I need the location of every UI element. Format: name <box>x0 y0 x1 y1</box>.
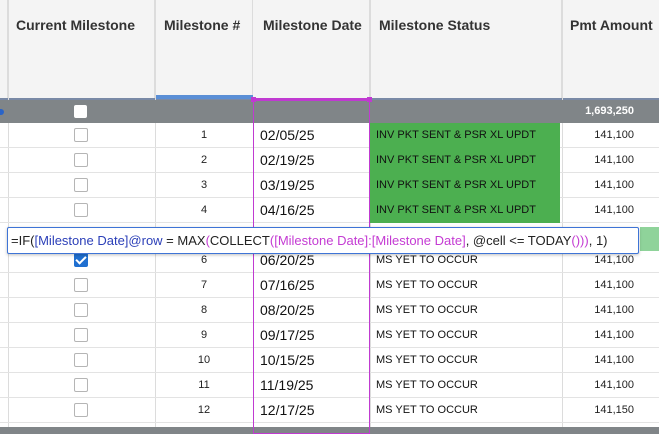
column-header-label: Milestone Date <box>263 17 362 33</box>
pmt-amount-total: 1,693,250 <box>585 105 634 117</box>
column-header-milestone-date[interactable]: Milestone Date <box>253 0 370 98</box>
column-header-label: Milestone Status <box>379 17 491 33</box>
current-milestone-checkbox[interactable] <box>74 328 88 342</box>
milestone-status-cell[interactable]: MS YET TO OCCUR <box>370 298 560 323</box>
milestone-number-cell[interactable]: 9 <box>155 323 253 348</box>
milestone-number-cell[interactable]: 11 <box>155 373 253 398</box>
column-header-current-milestone[interactable]: Current Milestone <box>8 0 155 98</box>
pmt-amount-cell[interactable]: 141,100 <box>562 348 634 373</box>
current-milestone-checkbox[interactable] <box>74 303 88 317</box>
formula-text: =IF( <box>11 233 35 248</box>
column-header-milestone-status[interactable]: Milestone Status <box>370 0 562 98</box>
current-milestone-checkbox[interactable] <box>74 153 88 167</box>
milestone-status-cell[interactable]: MS YET TO OCCUR <box>370 398 560 423</box>
formula-reference: [Milestone Date]@row <box>34 233 163 248</box>
sheet-grid: Current Milestone Milestone # Milestone … <box>0 0 659 434</box>
pmt-amount-cell[interactable]: 141,100 <box>562 173 634 198</box>
status-cell-partial <box>640 227 659 251</box>
column-header-pmt-amount[interactable]: Pmt Amount <box>562 0 659 98</box>
formula-paren: ())) <box>571 233 589 248</box>
pmt-amount-cell[interactable]: 141,100 <box>562 198 634 223</box>
formula-editor[interactable]: =IF([Milestone Date]@row = MAX(COLLECT([… <box>7 227 639 254</box>
pmt-amount-cell[interactable]: 141,100 <box>562 323 634 348</box>
current-milestone-checkbox[interactable] <box>74 403 88 417</box>
column-header-row-stub[interactable] <box>0 0 8 98</box>
current-milestone-checkbox[interactable] <box>74 353 88 367</box>
milestone-number-cell[interactable]: 8 <box>155 298 253 323</box>
pmt-amount-cell[interactable]: 141,100 <box>562 148 634 173</box>
formula-range-reference: [Milestone Date]:[Milestone Date] <box>274 233 466 248</box>
formula-text: COLLECT <box>209 233 270 248</box>
milestone-status-cell[interactable]: MS YET TO OCCUR <box>370 348 560 373</box>
milestone-number-cell[interactable]: 3 <box>155 173 253 198</box>
column-header-label: Pmt Amount <box>570 17 653 33</box>
current-milestone-checkbox[interactable] <box>74 178 88 192</box>
milestone-number-cell[interactable]: 10 <box>155 348 253 373</box>
pmt-amount-cell[interactable]: 141,100 <box>562 373 634 398</box>
milestone-status-cell[interactable]: INV PKT SENT & PSR XL UPDT <box>370 123 560 148</box>
pmt-amount-cell[interactable]: 141,150 <box>562 398 634 423</box>
milestone-status-cell[interactable]: MS YET TO OCCUR <box>370 273 560 298</box>
current-milestone-checkbox[interactable] <box>74 378 88 392</box>
milestone-number-cell[interactable]: 4 <box>155 198 253 223</box>
milestone-status-cell[interactable]: INV PKT SENT & PSR XL UPDT <box>370 173 560 198</box>
pmt-amount-cell[interactable]: 141,100 <box>562 123 634 148</box>
selection-handle[interactable] <box>367 97 372 102</box>
current-milestone-checkbox[interactable] <box>74 278 88 292</box>
milestone-number-cell[interactable]: 2 <box>155 148 253 173</box>
milestone-status-cell[interactable]: INV PKT SENT & PSR XL UPDT <box>370 198 560 223</box>
column-header-milestone-number[interactable]: Milestone # <box>155 0 253 98</box>
milestone-status-cell[interactable]: MS YET TO OCCUR <box>370 323 560 348</box>
selection-handle[interactable] <box>251 97 256 102</box>
milestone-date-column-selection <box>253 99 370 434</box>
current-milestone-checkbox[interactable] <box>74 203 88 217</box>
parent-row-checkbox[interactable] <box>74 105 87 118</box>
column-selection-indicator <box>155 95 253 99</box>
pmt-amount-cell[interactable]: 141,100 <box>562 273 634 298</box>
formula-text: , @cell <= TODAY <box>465 233 572 248</box>
milestone-number-cell[interactable]: 7 <box>155 273 253 298</box>
milestone-status-cell[interactable]: INV PKT SENT & PSR XL UPDT <box>370 148 560 173</box>
milestone-number-cell[interactable]: 1 <box>155 123 253 148</box>
milestone-number-cell[interactable]: 12 <box>155 398 253 423</box>
current-milestone-checkbox[interactable] <box>74 253 88 267</box>
current-milestone-checkbox[interactable] <box>74 128 88 142</box>
column-header-label: Milestone # <box>164 17 241 33</box>
pmt-amount-cell[interactable]: 141,100 <box>562 298 634 323</box>
formula-text: = MAX <box>162 233 206 248</box>
column-header-label: Current Milestone <box>16 17 136 33</box>
formula-text: , 1) <box>588 233 608 248</box>
milestone-status-cell[interactable]: MS YET TO OCCUR <box>370 373 560 398</box>
